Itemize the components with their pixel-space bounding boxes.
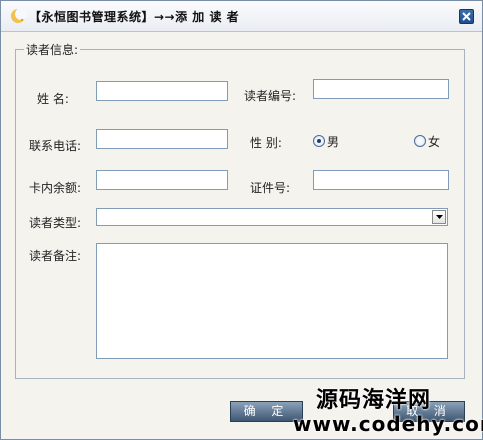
- watermark-line1: 源码海洋网: [316, 388, 432, 413]
- close-icon: [462, 12, 471, 21]
- reader-type-select[interactable]: [96, 208, 448, 226]
- reader-no-label: 读者编号:: [244, 89, 297, 103]
- gender-female-radio[interactable]: [414, 135, 426, 147]
- chevron-down-icon[interactable]: [432, 210, 446, 224]
- title-bar: 【永恒图书管理系统】→→添 加 读 者: [1, 1, 482, 32]
- window-title: 【永恒图书管理系统】→→添 加 读 者: [29, 10, 240, 24]
- name-label: 姓 名:: [37, 92, 69, 106]
- id-no-input[interactable]: [313, 170, 449, 190]
- gender-male-radio[interactable]: [313, 135, 325, 147]
- remark-textarea[interactable]: [96, 243, 448, 359]
- moon-logo-icon: [9, 7, 27, 25]
- id-no-label: 证件号:: [250, 181, 291, 195]
- phone-label: 联系电话:: [29, 139, 82, 153]
- reader-type-label: 读者类型:: [29, 216, 82, 230]
- remark-label: 读者备注:: [29, 249, 82, 263]
- phone-input[interactable]: [96, 129, 228, 149]
- close-button[interactable]: [459, 9, 474, 24]
- group-legend: 读者信息:: [26, 43, 79, 57]
- watermark: 源码海洋网 www.codehy.com: [293, 388, 483, 436]
- name-input[interactable]: [96, 81, 228, 101]
- gender-label: 性 别:: [250, 136, 282, 150]
- gender-male-label: 男: [327, 135, 340, 149]
- balance-input[interactable]: [96, 170, 228, 190]
- dialog-window: 【永恒图书管理系统】→→添 加 读 者 读者信息: 姓 名: 读者编号: 联系电…: [0, 0, 483, 440]
- balance-label: 卡内余额:: [29, 181, 82, 195]
- gender-female-label: 女: [428, 135, 441, 149]
- watermark-line2: www.codehy.com: [293, 412, 483, 436]
- reader-no-input[interactable]: [313, 79, 449, 99]
